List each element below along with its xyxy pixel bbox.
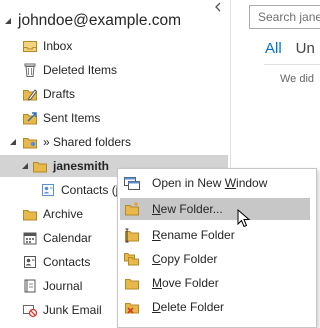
sent-icon <box>22 110 38 126</box>
folder-label: » Shared folders <box>43 135 132 149</box>
folder-inbox[interactable]: Inbox <box>0 35 250 57</box>
calendar-icon <box>22 230 38 246</box>
folder-deleted-items[interactable]: Deleted Items <box>0 59 250 81</box>
folder-sent-items[interactable]: Sent Items <box>0 107 250 129</box>
folder-label: Contacts <box>43 255 91 269</box>
chevron-left-icon <box>215 2 221 12</box>
inbox-icon <box>22 38 38 54</box>
folder-label: Sent Items <box>43 111 101 125</box>
menu-label-rest: elete Folder <box>160 300 225 314</box>
contacts-icon <box>40 182 56 198</box>
filter-all[interactable]: All <box>265 40 282 57</box>
delete-folder-icon <box>122 298 142 316</box>
menu-label-rest: ename Folder <box>160 228 235 242</box>
empty-list-message: We did <box>280 73 315 85</box>
menu-label-rest: ove Folder <box>162 276 219 290</box>
mouse-cursor-icon <box>237 209 251 228</box>
menu-move-folder[interactable]: Move Folder <box>120 272 310 294</box>
filter-unread[interactable]: Un <box>296 40 315 57</box>
context-menu: Open in New Window New Folder... Rename … <box>117 168 317 328</box>
search-box[interactable] <box>249 5 320 29</box>
shared-folders-group[interactable]: » Shared folders <box>0 131 236 153</box>
menu-rename-folder[interactable]: Rename Folder <box>120 224 310 246</box>
filter-underline <box>264 64 320 65</box>
account-header[interactable]: johndoe@example.com <box>0 10 181 32</box>
folder-label: Drafts <box>43 87 76 101</box>
expand-triangle-icon[interactable] <box>8 137 18 147</box>
move-folder-icon <box>122 274 142 292</box>
folder-label: Inbox <box>43 39 73 53</box>
menu-copy-folder[interactable]: Copy Folder <box>120 248 310 270</box>
message-filters: All Un <box>265 40 315 57</box>
accelerator-key: W <box>224 176 237 190</box>
folder-label: Contacts (ja <box>61 183 126 197</box>
folder-label: Journal <box>43 279 83 293</box>
new-folder-icon <box>122 200 142 218</box>
accelerator-key: C <box>152 252 161 266</box>
menu-label: Open in New <box>152 176 225 190</box>
archive-icon <box>22 206 38 222</box>
copy-folder-icon <box>122 250 142 268</box>
journal-icon <box>22 278 38 294</box>
menu-new-folder[interactable]: New Folder... <box>120 198 310 220</box>
folder-label: janesmith <box>53 159 110 173</box>
accelerator-key: N <box>152 202 161 216</box>
menu-delete-folder[interactable]: Delete Folder <box>120 296 310 318</box>
expand-triangle-icon[interactable] <box>20 161 30 171</box>
contacts-icon <box>22 254 38 270</box>
folder-label: Archive <box>43 207 84 221</box>
collapse-pane-button[interactable] <box>213 2 223 12</box>
drafts-icon <box>22 86 38 102</box>
menu-label-rest: indow <box>236 176 268 190</box>
accelerator-key: R <box>152 228 161 242</box>
menu-label-rest: opy Folder <box>160 252 218 266</box>
shared-folder-icon <box>22 134 38 150</box>
folder-icon <box>32 158 48 174</box>
folder-label: Calendar <box>43 231 92 245</box>
account-email: johndoe@example.com <box>18 12 182 29</box>
search-input[interactable] <box>250 6 320 28</box>
folder-label: Junk Email <box>43 303 102 317</box>
accelerator-key: M <box>152 276 162 290</box>
rename-folder-icon <box>122 226 142 244</box>
folder-label: Deleted Items <box>43 63 118 77</box>
expand-triangle-icon[interactable] <box>0 17 16 25</box>
accelerator-key: D <box>152 300 161 314</box>
junk-icon <box>22 302 38 318</box>
menu-label-rest: ew Folder... <box>160 202 223 216</box>
menu-open-in-new-window[interactable]: Open in New Window <box>120 172 310 194</box>
folder-drafts[interactable]: Drafts <box>0 83 250 105</box>
trash-icon <box>22 62 38 78</box>
new-window-icon <box>122 174 142 192</box>
